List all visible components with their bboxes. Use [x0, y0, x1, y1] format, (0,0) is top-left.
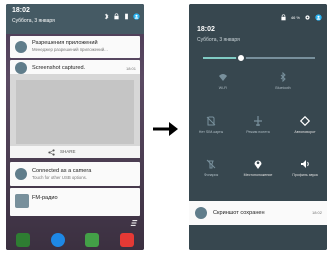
lock-icon [281, 14, 286, 21]
tile-no-sim[interactable]: Нет SIM-карты [189, 116, 233, 134]
browser-app-icon[interactable] [50, 233, 65, 247]
arrow-right-icon [153, 122, 178, 136]
quick-settings-panel: Wi-Fi Bluetooth Нет SIM-карты Режим поле… [189, 46, 327, 194]
comparison-screen: 18:02 Суббота, 3 января Разрешения прило… [0, 0, 328, 254]
tile-label: Местоположение [243, 173, 273, 177]
notification-title: Connected as a camera [32, 168, 92, 174]
music-app-icon[interactable] [119, 233, 134, 247]
share-label: SHARE [60, 149, 76, 154]
airplane-icon [254, 116, 262, 126]
notification-app-permissions[interactable]: Разрешения приложений Менеджер разрешени… [10, 36, 140, 58]
battery-text: 46 % [290, 15, 300, 20]
tile-label: Профиль звука [292, 173, 318, 177]
tile-label: Bluetooth [275, 86, 291, 90]
battery-icon [125, 13, 128, 20]
location-icon [254, 160, 262, 169]
bluetooth-icon [280, 72, 286, 82]
notification-fm-radio[interactable]: FM-радио [10, 188, 140, 216]
brightness-slider[interactable] [203, 53, 315, 63]
rotate-icon [300, 116, 310, 126]
tile-location[interactable]: Местоположение [236, 159, 280, 177]
right-phone-screen: 46 % 18:02 Суббота, 3 января Wi-Fi Bluet… [189, 4, 327, 250]
image-icon [15, 62, 27, 74]
left-phone-screen: 18:02 Суббота, 3 января Разрешения прило… [6, 4, 144, 250]
tile-label: Wi-Fi [218, 86, 228, 90]
tile-autorotate[interactable]: Автоповорот [283, 116, 327, 134]
tile-sound-profile[interactable]: Профиль звука [283, 159, 327, 177]
clear-all-icon[interactable] [130, 219, 138, 227]
radio-icon [15, 194, 29, 208]
notification-title: Скриншот сохранен [213, 210, 265, 216]
tile-label: Фонарик [203, 173, 219, 177]
screenshot-thumbnail [16, 80, 134, 144]
tile-airplane[interactable]: Режим полета [236, 116, 280, 134]
notification-usb-camera[interactable]: Connected as a camera Touch for other US… [10, 162, 140, 186]
clock-date: Суббота, 3 января [12, 18, 55, 24]
tile-bluetooth[interactable]: Bluetooth [261, 72, 305, 90]
brightness-knob[interactable] [236, 53, 247, 63]
settings-icon[interactable] [304, 14, 311, 21]
user-avatar-icon[interactable] [315, 14, 322, 21]
settings-icon [15, 41, 27, 53]
clock-date: Суббота, 3 января [197, 37, 240, 43]
notification-title: FM-радио [32, 195, 58, 201]
phone-app-icon[interactable] [16, 233, 31, 247]
user-avatar-icon[interactable] [133, 13, 140, 20]
notification-subtitle: Менеджер разрешений приложений... [32, 47, 108, 52]
notification-title: Screenshot captured. [32, 65, 86, 71]
status-header: 18:02 Суббота, 3 января [6, 4, 144, 34]
share-action[interactable]: SHARE [10, 146, 140, 158]
clock-time: 18:02 [12, 7, 30, 14]
screenshot-preview[interactable] [10, 74, 140, 150]
share-icon [48, 149, 55, 156]
tile-flashlight[interactable]: Фонарик [189, 159, 233, 177]
no-sim-icon [206, 116, 216, 126]
lock-icon [114, 13, 119, 20]
panel-bottom [189, 225, 327, 250]
usb-icon [15, 168, 27, 180]
bluetooth-icon [104, 13, 109, 20]
tile-wifi[interactable]: Wi-Fi [201, 72, 245, 90]
status-header: 46 % 18:02 Суббота, 3 января [189, 4, 327, 46]
notification-title: Разрешения приложений [32, 40, 98, 46]
tile-label: Режим полета [246, 130, 270, 134]
notification-subtitle: Touch for other USB options. [32, 175, 87, 180]
app-dock [6, 230, 144, 250]
messages-app-icon[interactable] [85, 233, 100, 247]
sound-profile-icon [301, 160, 309, 168]
notification-screenshot-saved[interactable]: Скриншот сохранен 18:02 [189, 201, 327, 225]
image-icon [195, 207, 207, 219]
flashlight-icon [206, 159, 216, 169]
notification-time: 18:01 [125, 66, 136, 71]
tile-label: Нет SIM-карты [198, 130, 224, 134]
wifi-icon [219, 74, 227, 81]
tile-label: Автоповорот [294, 130, 316, 134]
clock-time: 18:02 [197, 26, 215, 33]
notification-time: 18:02 [311, 210, 322, 215]
